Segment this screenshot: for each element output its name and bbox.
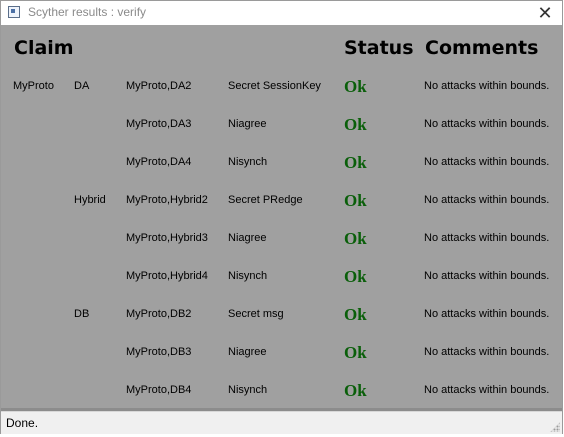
comment-cell: No attacks within bounds. bbox=[424, 384, 550, 396]
status-ok-cell: Ok bbox=[344, 381, 367, 400]
claim-type-cell: Niagree bbox=[228, 346, 267, 358]
title-bar[interactable]: Scyther results : verify ✕ bbox=[1, 1, 562, 25]
role-cell: DA bbox=[74, 80, 90, 92]
results-panel: Claim Status Comments MyProto DA MyProto,D… bbox=[1, 25, 562, 411]
claim-type-cell: Nisynch bbox=[228, 384, 268, 396]
comment-cell: No attacks within bounds. bbox=[424, 80, 550, 92]
comment-cell: No attacks within bounds. bbox=[424, 194, 550, 206]
comments-header: Comments bbox=[425, 37, 539, 59]
claim-id-cell: MyProto,DA2 bbox=[126, 80, 192, 92]
status-ok-cell: Ok bbox=[344, 191, 367, 210]
status-bar: Done. bbox=[1, 411, 562, 434]
window-title: Scyther results : verify bbox=[28, 5, 147, 19]
claim-type-cell: Secret PRedge bbox=[228, 194, 303, 206]
role-cell: DB bbox=[74, 308, 90, 320]
comment-cell: No attacks within bounds. bbox=[424, 156, 550, 168]
status-header: Status bbox=[344, 37, 414, 59]
comment-cell: No attacks within bounds. bbox=[424, 118, 550, 130]
status-ok-cell: Ok bbox=[344, 115, 367, 134]
claim-id-cell: MyProto,DA4 bbox=[126, 156, 192, 168]
comment-cell: No attacks within bounds. bbox=[424, 346, 550, 358]
claim-type-cell: Secret msg bbox=[228, 308, 284, 320]
claim-id-cell: MyProto,DA3 bbox=[126, 118, 192, 130]
comment-cell: No attacks within bounds. bbox=[424, 270, 550, 282]
claim-type-cell: Niagree bbox=[228, 118, 267, 130]
claim-id-cell: MyProto,DB2 bbox=[126, 308, 192, 320]
claim-id-cell: MyProto,DB3 bbox=[126, 346, 192, 358]
comment-cell: No attacks within bounds. bbox=[424, 308, 550, 320]
claim-type-cell: Niagree bbox=[228, 232, 267, 244]
claim-id-cell: MyProto,Hybrid2 bbox=[126, 194, 208, 206]
claim-type-cell: Nisynch bbox=[228, 270, 268, 282]
status-ok-cell: Ok bbox=[344, 77, 367, 96]
status-ok-cell: Ok bbox=[344, 343, 367, 362]
role-cell: Hybrid bbox=[74, 194, 106, 206]
protocol-cell: MyProto bbox=[13, 80, 54, 92]
status-text: Done. bbox=[6, 416, 39, 430]
claim-header: Claim bbox=[14, 37, 74, 59]
claim-type-cell: Nisynch bbox=[228, 156, 268, 168]
status-ok-cell: Ok bbox=[344, 229, 367, 248]
results-window: Scyther results : verify ✕ Claim Status … bbox=[0, 0, 563, 434]
comment-cell: No attacks within bounds. bbox=[424, 232, 550, 244]
status-ok-cell: Ok bbox=[344, 267, 367, 286]
claim-id-cell: MyProto,Hybrid4 bbox=[126, 270, 208, 282]
claim-type-cell: Secret SessionKey bbox=[228, 80, 321, 92]
resize-grip-icon[interactable] bbox=[550, 422, 560, 432]
app-icon bbox=[8, 6, 20, 18]
claim-id-cell: MyProto,DB4 bbox=[126, 384, 192, 396]
close-icon[interactable]: ✕ bbox=[528, 1, 562, 25]
status-ok-cell: Ok bbox=[344, 153, 367, 172]
claim-id-cell: MyProto,Hybrid3 bbox=[126, 232, 208, 244]
status-ok-cell: Ok bbox=[344, 305, 367, 324]
